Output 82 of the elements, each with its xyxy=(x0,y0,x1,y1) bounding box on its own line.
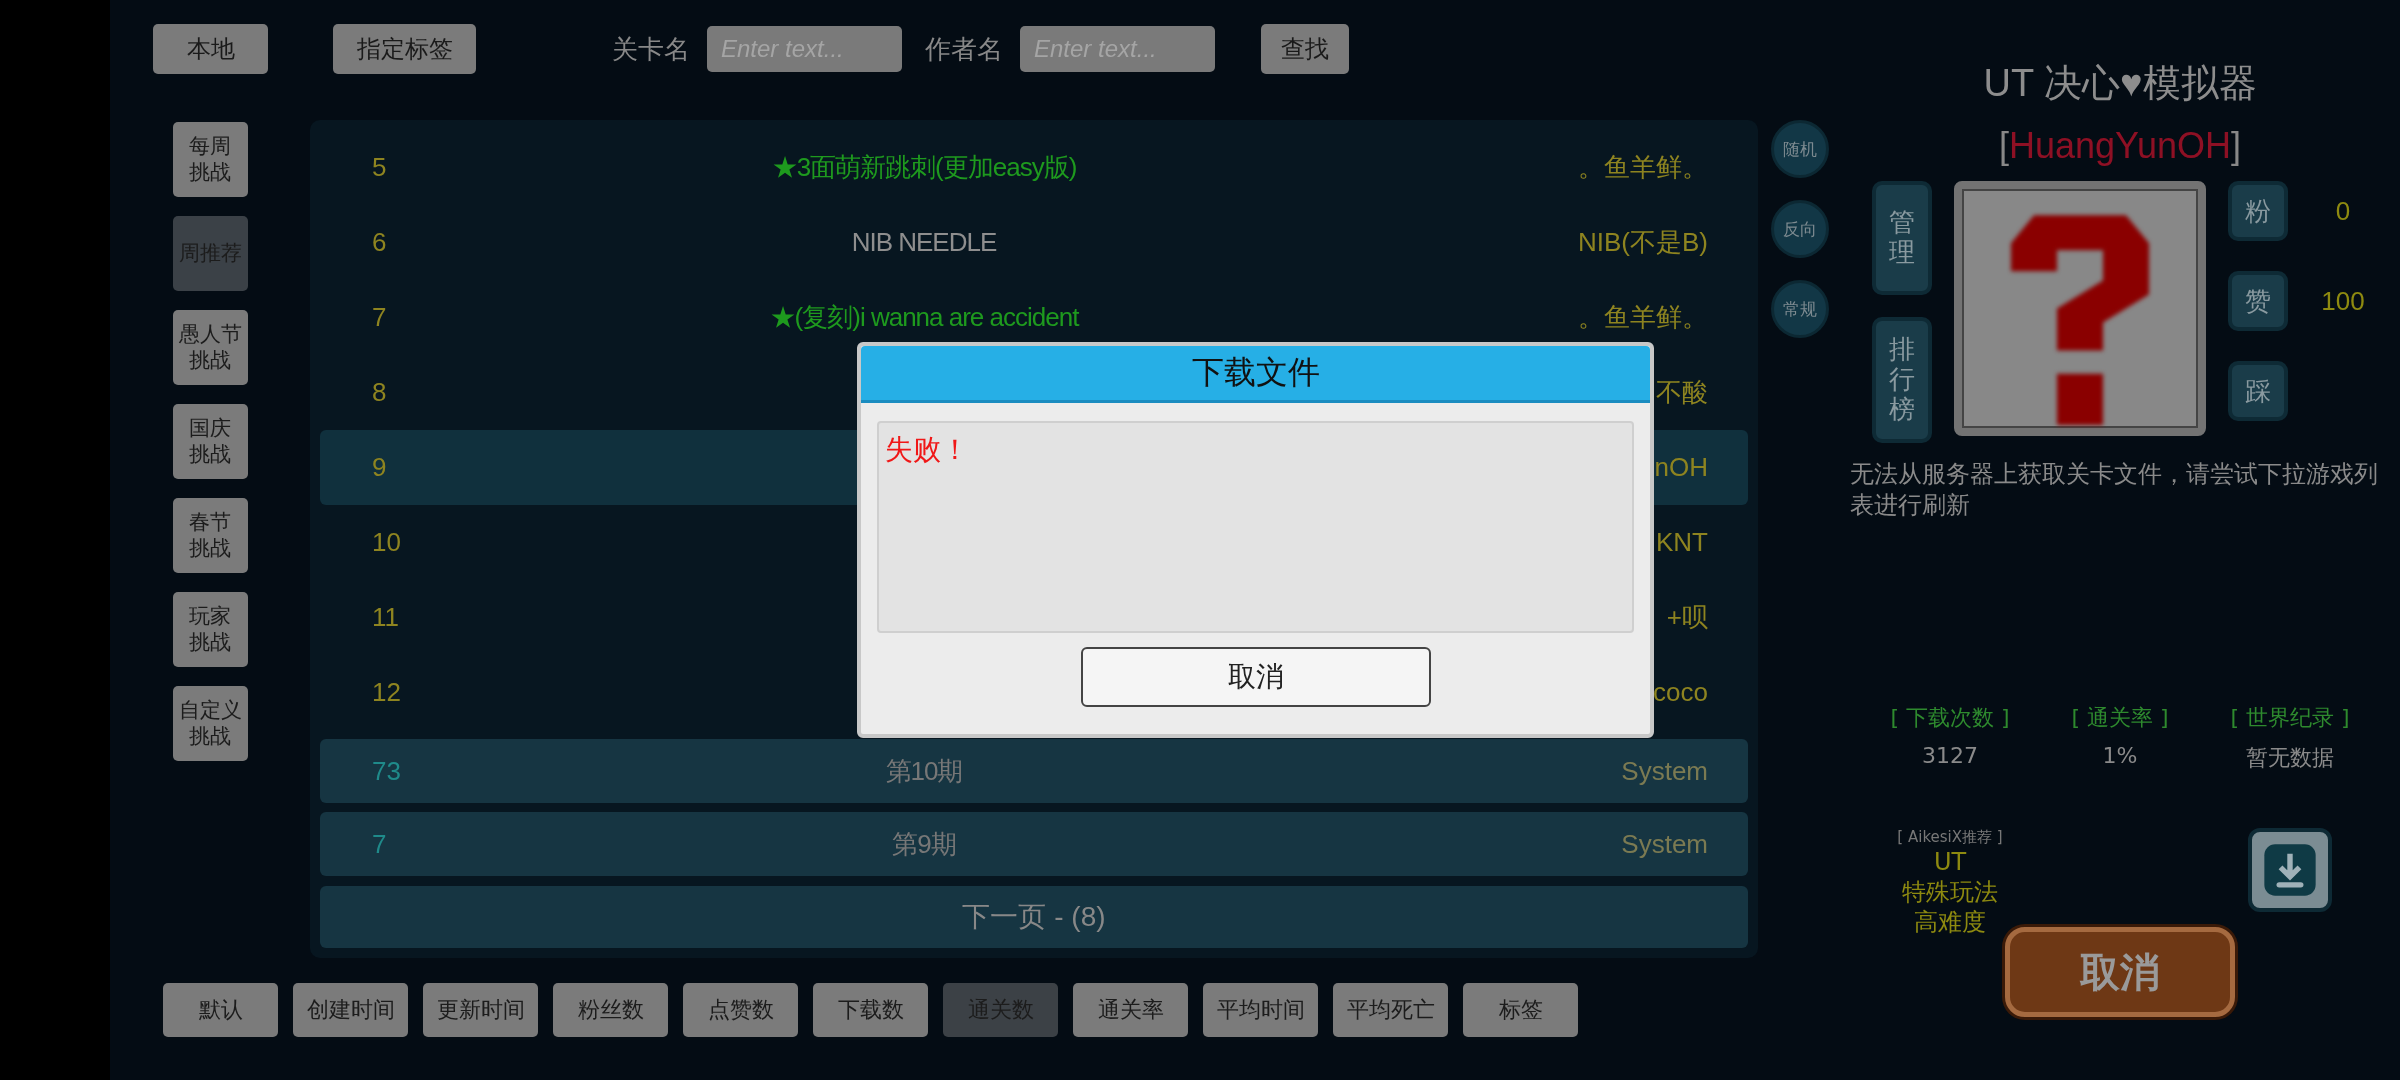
category-button[interactable]: 自定义 挑战 xyxy=(172,686,248,761)
level-number: 11 xyxy=(371,602,400,633)
level-title: ★(复刻)i wanna are accident xyxy=(769,302,1079,332)
next-page-button[interactable]: 下一页 - (8) xyxy=(320,886,1748,948)
stat-value: 暂无数据 xyxy=(2246,744,2334,773)
author-name: System xyxy=(1620,755,1709,787)
category-button[interactable]: 玩家 挑战 xyxy=(172,592,248,667)
sort-button[interactable]: 平均死亡 xyxy=(1333,983,1448,1037)
bracket: ] xyxy=(2231,125,2242,166)
category-button[interactable]: 每周 挑战 xyxy=(172,122,248,197)
sort-button[interactable]: 更新时间 xyxy=(423,983,538,1037)
author-name-label: 作者名 xyxy=(925,32,1003,66)
search-button[interactable]: 查找 xyxy=(1261,24,1349,74)
level-number: 9 xyxy=(371,452,388,483)
stat-label: [ 世界纪录 ] xyxy=(2230,704,2350,733)
sort-button[interactable]: 点赞数 xyxy=(683,983,798,1037)
counter-value: 0 xyxy=(2334,195,2352,227)
download-icon xyxy=(2263,843,2317,898)
author-name: KNT xyxy=(1655,527,1709,558)
mode-button[interactable]: 随机 xyxy=(1771,120,1829,178)
recommend-tag: 特殊玩法 xyxy=(1902,877,1998,908)
author-name: nOH xyxy=(1653,452,1709,483)
author-name: 。鱼羊鲜。 xyxy=(1577,151,1709,184)
level-number: 7 xyxy=(371,302,388,333)
sort-button[interactable]: 标签 xyxy=(1463,983,1578,1037)
level-title: ★3面萌新跳刺(更加easy版) xyxy=(771,152,1077,182)
category-button[interactable]: 春节 挑战 xyxy=(172,498,248,573)
author-name: +呗 xyxy=(1665,601,1709,634)
download-button[interactable] xyxy=(2248,828,2332,913)
counter-button[interactable]: 赞 xyxy=(2228,271,2288,331)
issue-title: 第9期 xyxy=(892,828,956,859)
bracket: [ xyxy=(1998,125,2009,166)
failure-text: 失败！ xyxy=(885,433,969,466)
level-row[interactable]: 5 ★3面萌新跳刺(更加easy版) 。鱼羊鲜。 xyxy=(320,130,1748,205)
level-row[interactable]: 6 NIB NEEDLE NIB(不是B) xyxy=(320,205,1748,280)
counter-button[interactable]: 踩 xyxy=(2228,361,2288,421)
side-button[interactable]: 管理 xyxy=(1872,181,1932,295)
dialog-title: 下载文件 xyxy=(861,346,1650,403)
issue-number: 73 xyxy=(371,755,402,787)
recommend-tag: UT xyxy=(1933,847,1967,878)
author-name: coco xyxy=(1652,677,1709,708)
game-title: UT 决心♥模拟器 xyxy=(1983,61,2257,106)
level-number: 6 xyxy=(371,227,388,258)
sort-button[interactable]: 粉丝数 xyxy=(553,983,668,1037)
author-name: System xyxy=(1620,828,1709,860)
mode-button[interactable]: 反向 xyxy=(1771,200,1829,258)
sort-button[interactable]: 创建时间 xyxy=(293,983,408,1037)
side-button[interactable]: 排行榜 xyxy=(1872,317,1932,443)
stat-label: [ 下载次数 ] xyxy=(1890,704,2010,733)
category-button[interactable]: 愚人节 挑战 xyxy=(172,310,248,385)
sort-button[interactable]: 下载数 xyxy=(813,983,928,1037)
counter-button[interactable]: 粉 xyxy=(2228,181,2288,241)
issue-row[interactable]: 73 第10期 System xyxy=(320,739,1748,803)
user-name: HuangYunOH xyxy=(2008,125,2232,166)
issue-row[interactable]: 7 第9期 System xyxy=(320,812,1748,876)
dialog-cancel-button[interactable]: 取消 xyxy=(1080,647,1431,707)
stat-value: 3127 xyxy=(1922,743,1978,769)
author-name: 不酸 xyxy=(1655,376,1709,409)
level-title: NIB NEEDLE xyxy=(851,227,997,257)
level-number: 5 xyxy=(371,152,388,183)
stat-value: 1% xyxy=(2102,743,2138,769)
sort-button[interactable]: 通关率 xyxy=(1073,983,1188,1037)
error-message: 无法从服务器上获取关卡文件，请尝试下拉游戏列表进行刷新 xyxy=(1850,458,2379,521)
issue-number: 7 xyxy=(371,828,388,860)
recommend-tag: 高难度 xyxy=(1914,907,1986,938)
author-name: NIB(不是B) xyxy=(1577,226,1709,259)
author-name: 。鱼羊鲜。 xyxy=(1577,301,1709,334)
tag-button[interactable]: 指定标签 xyxy=(333,24,476,74)
sort-button[interactable]: 平均时间 xyxy=(1203,983,1318,1037)
stat-label: [ 通关率 ] xyxy=(2071,704,2169,733)
recommend-label: [ AikesiX推荐 ] xyxy=(1897,828,2003,848)
category-button[interactable]: 国庆 挑战 xyxy=(172,404,248,479)
sort-button[interactable]: 默认 xyxy=(163,983,278,1037)
mode-button[interactable]: 常规 xyxy=(1771,280,1829,338)
cancel-button[interactable]: 取消 xyxy=(2005,927,2235,1018)
level-number: 12 xyxy=(371,677,402,708)
issue-title: 第10期 xyxy=(885,755,963,786)
level-name-label: 关卡名 xyxy=(612,32,690,66)
local-button[interactable]: 本地 xyxy=(153,24,268,74)
counter-value: 100 xyxy=(2320,285,2366,317)
level-number: 8 xyxy=(371,377,388,408)
level-number: 10 xyxy=(371,527,402,558)
